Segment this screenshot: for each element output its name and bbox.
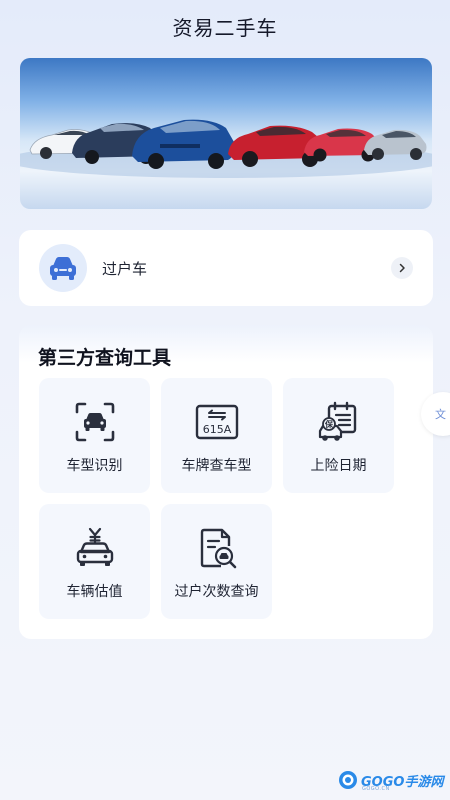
tool-car-model-recognition[interactable]: 车型识别	[39, 378, 150, 493]
car-lineup-image	[20, 119, 432, 178]
insurance-badge-text: 保	[324, 419, 334, 429]
plate-text: 615A	[202, 423, 231, 436]
promo-banner[interactable]	[20, 58, 432, 209]
chevron-right-icon[interactable]	[391, 257, 413, 279]
tool-label: 车型识别	[66, 458, 123, 474]
query-tools-section: 第三方查询工具 车型识别 615A 车牌查车型 保 上险日期 车辆估值 过户次数…	[19, 325, 433, 639]
tool-label: 车辆估值	[66, 584, 123, 600]
section-title: 第三方查询工具	[38, 347, 172, 369]
tool-transfer-count-query[interactable]: 过户次数查询	[161, 504, 272, 619]
watermark-subtext: GOGO.CN	[362, 786, 390, 792]
tool-label: 车牌查车型	[181, 458, 252, 474]
page-title: 资易二手车	[172, 15, 278, 40]
gamepad-logo-icon	[339, 771, 357, 789]
transfer-record-icon	[195, 526, 239, 570]
transfer-car-label: 过户车	[102, 259, 148, 278]
tool-label: 过户次数查询	[174, 584, 259, 600]
tool-plate-lookup[interactable]: 615A 车牌查车型	[161, 378, 272, 493]
car-scan-icon	[73, 400, 117, 444]
license-plate-icon: 615A	[195, 400, 239, 444]
transfer-car-entry[interactable]: 过户车	[19, 230, 433, 306]
car-front-icon	[39, 244, 87, 292]
car-value-icon	[73, 526, 117, 570]
insurance-calendar-icon: 保	[317, 400, 361, 444]
translate-icon: 文	[435, 408, 446, 421]
watermark-logo: GOGO手游网 GOGO.CN	[338, 768, 443, 792]
tool-insurance-date[interactable]: 保 上险日期	[283, 378, 394, 493]
app-header: 资易二手车	[0, 0, 450, 52]
tool-label: 上险日期	[310, 458, 367, 474]
tool-vehicle-valuation[interactable]: 车辆估值	[39, 504, 150, 619]
